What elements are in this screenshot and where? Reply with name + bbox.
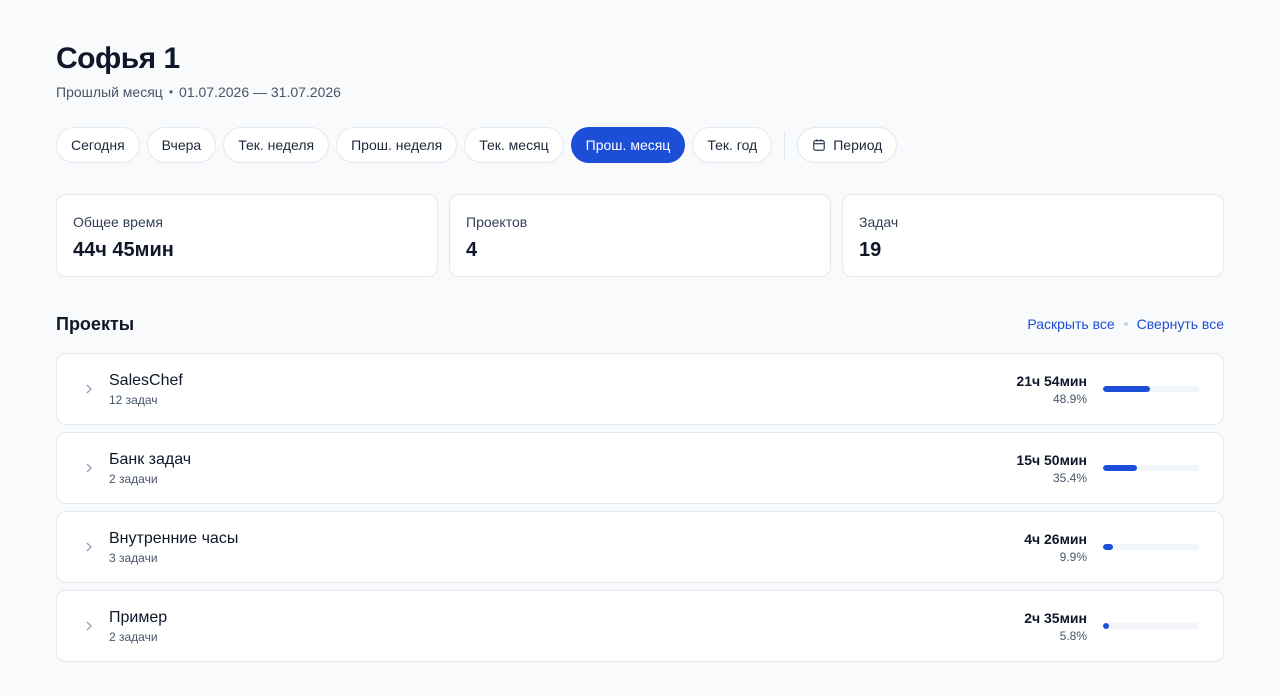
project-metrics: 2ч 35мин 5.8% — [1024, 609, 1087, 644]
stat-value: 4 — [466, 239, 478, 261]
chevron-right-icon — [81, 460, 97, 476]
project-progress-bar — [1103, 544, 1199, 550]
stat-total-time: Общее время 44ч 45мин — [56, 194, 438, 277]
custom-period-label: Период — [833, 137, 883, 153]
project-name: Банк задач — [109, 450, 192, 468]
projects-list: SalesChef 12 задач 21ч 54мин 48.9% Банк … — [56, 353, 1224, 662]
project-progress-fill — [1103, 465, 1137, 471]
chevron-right-icon — [81, 381, 97, 397]
custom-period-button[interactable]: Период — [797, 127, 898, 163]
stat-projects: Проектов 4 — [449, 194, 831, 277]
page-title: Софья 1 — [56, 42, 180, 75]
project-row[interactable]: Пример 2 задачи 2ч 35мин 5.8% — [56, 590, 1224, 662]
project-percent: 48.9% — [1052, 391, 1087, 406]
filter-today[interactable]: Сегодня — [56, 127, 140, 163]
filter-previous-week[interactable]: Прош. неделя — [336, 127, 458, 163]
calendar-icon — [813, 139, 826, 151]
period-summary: Прошлый месяц • 01.07.2026 — 31.07.2026 — [56, 82, 1224, 102]
period-label: Прошлый месяц — [56, 84, 163, 100]
projects-actions: Раскрыть все Свернуть все — [1027, 316, 1224, 332]
project-time: 15ч 50мин — [1016, 451, 1087, 468]
project-time: 2ч 35мин — [1024, 609, 1087, 626]
separator-dot: • — [168, 85, 174, 99]
project-progress-bar — [1103, 465, 1199, 471]
filter-current-week[interactable]: Тек. неделя — [223, 127, 330, 163]
project-info: Внутренние часы 3 задачи — [109, 529, 1024, 566]
collapse-all-link[interactable]: Свернуть все — [1137, 316, 1224, 332]
filter-current-month[interactable]: Тек. месяц — [464, 127, 564, 163]
filter-yesterday[interactable]: Вчера — [146, 127, 217, 163]
stat-label: Общее время — [73, 214, 163, 230]
expand-all-link[interactable]: Раскрыть все — [1027, 316, 1114, 332]
project-progress-bar — [1103, 623, 1199, 629]
projects-header: Проекты Раскрыть все Свернуть все — [56, 313, 1224, 335]
project-percent: 9.9% — [1059, 549, 1087, 564]
project-percent: 35.4% — [1052, 470, 1087, 485]
project-metrics: 15ч 50мин 35.4% — [1016, 451, 1087, 486]
project-info: SalesChef 12 задач — [109, 371, 1016, 408]
projects-title: Проекты — [56, 313, 135, 334]
project-name: SalesChef — [109, 371, 183, 389]
project-progress-bar — [1103, 386, 1199, 392]
project-name: Внутренние часы — [109, 529, 239, 547]
summary-stats: Общее время 44ч 45мин Проектов 4 Задач 1… — [56, 194, 1224, 277]
project-metrics: 4ч 26мин 9.9% — [1024, 530, 1087, 565]
filter-current-year[interactable]: Тек. год — [692, 127, 773, 163]
project-row[interactable]: Банк задач 2 задачи 15ч 50мин 35.4% — [56, 432, 1224, 504]
project-progress-fill — [1103, 623, 1109, 629]
filter-previous-month[interactable]: Прош. месяц — [570, 127, 686, 163]
period-filters: Сегодня Вчера Тек. неделя Прош. неделя Т… — [56, 127, 1224, 163]
project-task-count: 3 задачи — [109, 550, 158, 565]
stat-label: Задач — [859, 214, 899, 230]
stat-value: 44ч 45мин — [73, 239, 174, 261]
project-info: Банк задач 2 задачи — [109, 450, 1016, 487]
filters-divider — [784, 131, 786, 159]
separator-dot — [1123, 322, 1128, 326]
project-name: Пример — [109, 608, 168, 626]
project-progress-fill — [1103, 544, 1113, 550]
project-time: 21ч 54мин — [1016, 372, 1087, 389]
project-time: 4ч 26мин — [1024, 530, 1087, 547]
chevron-right-icon — [81, 539, 97, 555]
project-task-count: 2 задачи — [109, 471, 158, 486]
report-page: Софья 1 Прошлый месяц • 01.07.2026 — 31.… — [0, 0, 1280, 695]
project-metrics: 21ч 54мин 48.9% — [1016, 372, 1087, 407]
project-progress-fill — [1103, 386, 1150, 392]
chevron-right-icon — [81, 618, 97, 634]
stat-value: 19 — [859, 239, 882, 261]
project-info: Пример 2 задачи — [109, 608, 1024, 645]
project-task-count: 2 задачи — [109, 629, 158, 644]
project-task-count: 12 задач — [109, 392, 158, 407]
project-percent: 5.8% — [1059, 628, 1087, 643]
project-row[interactable]: Внутренние часы 3 задачи 4ч 26мин 9.9% — [56, 511, 1224, 583]
project-row[interactable]: SalesChef 12 задач 21ч 54мин 48.9% — [56, 353, 1224, 425]
stat-label: Проектов — [466, 214, 528, 230]
stat-tasks: Задач 19 — [842, 194, 1224, 277]
period-range: 01.07.2026 — 31.07.2026 — [179, 84, 341, 100]
